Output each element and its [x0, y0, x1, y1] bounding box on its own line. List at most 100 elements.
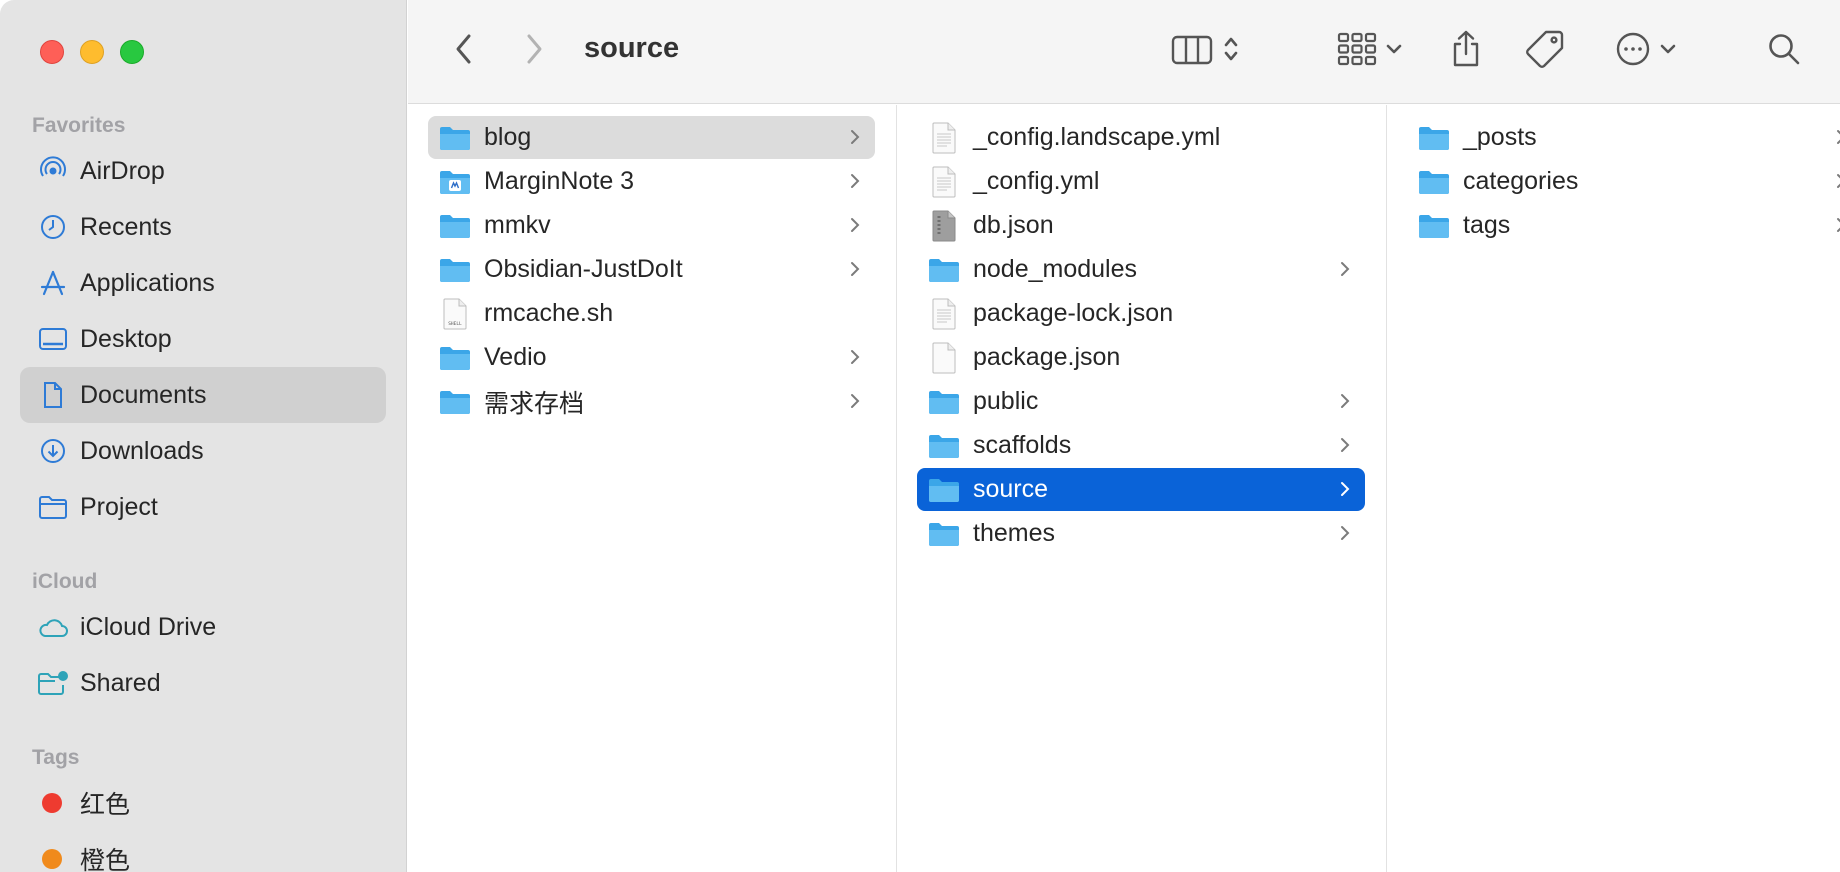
list-item[interactable]: Obsidian-JustDoIt [428, 248, 875, 291]
tags-header: Tags [32, 746, 80, 769]
list-item[interactable]: package.json [917, 336, 1365, 379]
folder-icon [927, 387, 961, 417]
folder-icon [927, 475, 961, 505]
download-icon [36, 436, 70, 466]
grid-group-icon [1337, 32, 1377, 71]
chevron-right-icon [845, 170, 865, 192]
list-item[interactable]: Vedio [428, 336, 875, 379]
file-name: categories [1463, 167, 1579, 195]
list-item[interactable]: _config.landscape.yml [917, 116, 1365, 159]
tag-button[interactable] [1520, 28, 1570, 74]
share-button[interactable] [1444, 28, 1488, 74]
list-item[interactable]: blog [428, 116, 875, 159]
marginnote-folder-icon [438, 167, 472, 197]
file-name: db.json [973, 211, 1054, 239]
sidebar-item-label: Project [80, 492, 158, 521]
list-item-selected[interactable]: source [917, 468, 1365, 511]
folder-icon [438, 255, 472, 285]
file-name: source [973, 475, 1049, 503]
file-name: mmkv [484, 211, 551, 239]
back-button[interactable] [446, 28, 482, 74]
list-item[interactable]: SHELL rmcache.sh [428, 292, 875, 335]
sidebar-item-downloads[interactable]: Downloads [20, 423, 386, 479]
file-name: rmcache.sh [484, 299, 614, 327]
chevron-right-icon [524, 33, 544, 70]
minimize-window-button[interactable] [80, 40, 104, 64]
tag-color-dot [42, 849, 62, 869]
chevron-right-icon [1335, 434, 1355, 456]
document-icon [36, 380, 70, 410]
search-button[interactable] [1762, 28, 1806, 74]
list-item[interactable]: db.json [917, 204, 1365, 247]
clock-icon [36, 212, 70, 242]
chevron-right-icon [845, 258, 865, 280]
list-item[interactable]: themes [917, 512, 1365, 555]
folder-icon [927, 519, 961, 549]
list-item[interactable]: package-lock.json [917, 292, 1365, 335]
folder-icon [1417, 167, 1451, 197]
sidebar-item-airdrop[interactable]: AirDrop [20, 143, 386, 199]
group-button[interactable] [1332, 28, 1408, 74]
folder-icon [1417, 123, 1451, 153]
forward-button[interactable] [516, 28, 552, 74]
view-mode-button[interactable] [1160, 28, 1250, 74]
sidebar-item-icloud-drive[interactable]: iCloud Drive [20, 599, 386, 655]
sidebar-item-shared[interactable]: Shared [20, 655, 386, 711]
favorites-header: Favorites [32, 114, 126, 137]
sidebar-item-tag-red[interactable]: 红色 [20, 775, 386, 831]
sidebar-item-recents[interactable]: Recents [20, 199, 386, 255]
json-file-icon [927, 210, 961, 241]
document-file-icon [927, 166, 961, 197]
sidebar-item-label: Shared [80, 668, 161, 697]
browser-column-1: blog MarginNote 3 mmkv Obsidian-JustDoIt… [408, 105, 897, 872]
file-name: public [973, 387, 1039, 415]
chevron-down-icon [1659, 42, 1677, 60]
more-actions-button[interactable] [1606, 28, 1686, 74]
sidebar-item-label: Downloads [80, 436, 204, 465]
file-name: _config.landscape.yml [973, 123, 1221, 151]
folder-icon [438, 343, 472, 373]
chevron-right-icon [1831, 126, 1840, 148]
sidebar-item-label: Recents [80, 212, 172, 241]
list-item[interactable]: _posts [1407, 116, 1840, 159]
sidebar-item-documents[interactable]: Documents [20, 367, 386, 423]
shared-folder-icon [36, 668, 70, 698]
file-name: package.json [973, 343, 1121, 371]
chevron-right-icon [1335, 258, 1355, 280]
sidebar: Favorites AirDrop Recents Applications D… [0, 0, 407, 872]
window-controls [40, 40, 144, 64]
sidebar-item-label: iCloud Drive [80, 612, 217, 641]
sidebar-item-label: Desktop [80, 324, 172, 353]
list-item[interactable]: categories [1407, 160, 1840, 203]
folder-icon [36, 492, 70, 522]
file-name: _posts [1463, 123, 1537, 151]
list-item[interactable]: 需求存档 [428, 380, 875, 423]
sidebar-item-desktop[interactable]: Desktop [20, 311, 386, 367]
file-name: package-lock.json [973, 299, 1174, 327]
sidebar-item-tag-orange[interactable]: 橙色 [20, 831, 386, 872]
folder-icon [438, 211, 472, 241]
zoom-window-button[interactable] [120, 40, 144, 64]
file-name: _config.yml [973, 167, 1100, 195]
desktop-icon [36, 324, 70, 354]
list-item[interactable]: mmkv [428, 204, 875, 247]
search-icon [1767, 32, 1801, 71]
sidebar-item-applications[interactable]: Applications [20, 255, 386, 311]
list-item[interactable]: MarginNote 3 [428, 160, 875, 203]
icloud-header: iCloud [32, 570, 98, 593]
list-item[interactable]: node_modules [917, 248, 1365, 291]
document-file-icon [927, 122, 961, 153]
list-item[interactable]: public [917, 380, 1365, 423]
sidebar-item-project[interactable]: Project [20, 479, 386, 535]
list-item[interactable]: _config.yml [917, 160, 1365, 203]
column-view-icon [1171, 33, 1213, 70]
file-name: node_modules [973, 255, 1138, 283]
list-item[interactable]: tags [1407, 204, 1840, 247]
close-window-button[interactable] [40, 40, 64, 64]
chevron-right-icon [1831, 214, 1840, 236]
toolbar: source [408, 0, 1840, 104]
sidebar-item-label: 红色 [80, 791, 131, 819]
list-item[interactable]: scaffolds [917, 424, 1365, 467]
chevron-left-icon [454, 33, 474, 70]
sidebar-item-label: AirDrop [80, 156, 165, 185]
